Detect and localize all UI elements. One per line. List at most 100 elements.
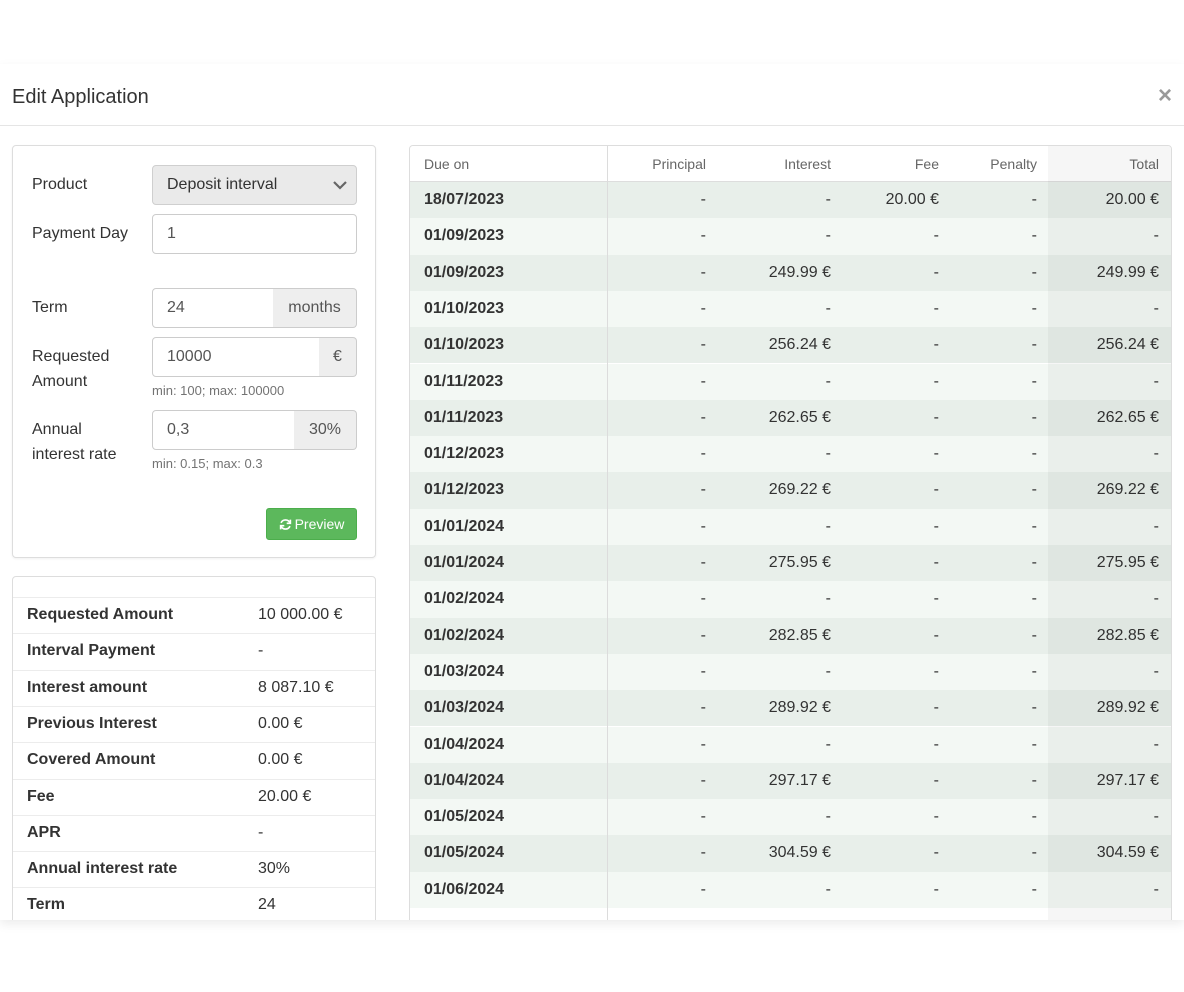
payment-day-input[interactable] (152, 214, 357, 254)
summary-row: APR - (13, 814, 375, 851)
close-icon[interactable]: × (1158, 84, 1172, 108)
modal-title: Edit Application (12, 86, 149, 108)
cell-principal: - (700, 771, 706, 789)
table-row: 01/12/2023 - - - - - (410, 436, 1171, 473)
table-row: 01/01/2024 - - - - - (410, 508, 1171, 545)
cell-principal: - (700, 626, 706, 644)
cell-penalty: - (1031, 263, 1037, 281)
cell-principal: - (700, 517, 706, 535)
cell-total: - (1153, 880, 1159, 898)
table-row: 01/02/2024 - 282.85 € - - 282.85 € (410, 617, 1171, 654)
cell-interest: - (825, 445, 831, 463)
preview-button[interactable]: Preview (266, 508, 357, 540)
cell-interest: - (825, 808, 831, 826)
cell-interest: 289.92 € (768, 699, 831, 717)
cell-due-on: 01/03/2024 (424, 662, 505, 680)
cell-total: 297.17 € (1096, 771, 1159, 789)
summary-value: 0.00 € (258, 751, 303, 769)
table-row: 01/03/2024 - 289.92 € - - 289.92 € (410, 690, 1171, 727)
table-row: 01/12/2023 - 269.22 € - - 269.22 € (410, 472, 1171, 509)
summary-key: Previous Interest (27, 714, 157, 732)
cell-principal: - (700, 372, 706, 390)
cell-principal: - (700, 844, 706, 862)
table-row: 01/04/2024 - 297.17 € - - 297.17 € (410, 762, 1171, 800)
amount-help-text: min: 100; max: 100000 (152, 383, 285, 398)
cell-fee: - (933, 771, 939, 789)
cell-principal: - (700, 191, 706, 208)
cell-interest: 282.85 € (768, 626, 831, 644)
table-row: 18/07/2023 - - 20.00 € - 20.00 € (410, 182, 1171, 219)
cell-total: 256.24 € (1096, 336, 1159, 354)
cell-interest: 297.17 € (768, 771, 831, 789)
summary-row: Previous Interest 0.00 € (13, 705, 375, 742)
cell-fee: - (933, 517, 939, 535)
cell-interest: 275.95 € (768, 554, 831, 571)
annual-interest-rate-input[interactable] (152, 410, 295, 450)
cell-principal: - (700, 299, 706, 317)
summary-value: 10 000.00 € (258, 606, 343, 623)
cell-total: 20.00 € (1105, 191, 1159, 208)
modal-header: Edit Application × (0, 64, 1184, 126)
term-input[interactable] (152, 288, 274, 328)
summary-row: Requested Amount 10 000.00 € (13, 597, 375, 633)
payment-schedule-table: Due on Principal Interest Fee Penalty To… (409, 145, 1172, 920)
cell-due-on: 01/12/2023 (424, 445, 505, 463)
cell-total: 282.85 € (1096, 626, 1159, 644)
table-row: 01/05/2024 - - - - - (410, 799, 1171, 836)
cell-interest: - (825, 299, 831, 317)
cell-fee: - (933, 481, 939, 499)
summary-value: 20.00 € (258, 787, 312, 805)
cell-interest: 304.59 € (768, 844, 831, 862)
cell-interest: - (825, 517, 831, 535)
cell-total: - (1153, 372, 1159, 390)
column-header-penalty: Penalty (990, 156, 1037, 172)
cell-penalty: - (1031, 662, 1037, 680)
cell-due-on: 01/01/2024 (424, 517, 505, 535)
column-divider (607, 146, 608, 920)
table-row: 01/02/2024 - - - - - (410, 581, 1171, 618)
cell-fee: - (933, 590, 939, 608)
summary-row: Interval Payment - (13, 633, 375, 669)
cell-principal: - (700, 408, 706, 426)
requested-amount-input[interactable] (152, 337, 320, 377)
table-row: 01/10/2023 - - - - - (410, 290, 1171, 328)
cell-penalty: - (1031, 735, 1037, 753)
cell-interest: - (825, 662, 831, 680)
cell-interest: 249.99 € (768, 263, 831, 281)
summary-row: Fee 20.00 € (13, 778, 375, 815)
product-select[interactable]: Deposit interval (152, 165, 357, 205)
cell-penalty: - (1031, 808, 1037, 826)
summary-key: APR (27, 823, 61, 841)
cell-total: - (1153, 735, 1159, 753)
cell-principal: - (700, 227, 706, 245)
cell-principal: - (700, 590, 706, 608)
cell-total: - (1153, 227, 1159, 245)
cell-penalty: - (1031, 191, 1037, 208)
table-row: 01/05/2024 - 304.59 € - - 304.59 € (410, 835, 1171, 872)
product-select-value: Deposit interval (167, 176, 278, 193)
cell-due-on: 01/10/2023 (424, 299, 505, 317)
cell-penalty: - (1031, 445, 1037, 463)
summary-key: Interest amount (27, 678, 148, 696)
cell-fee: - (933, 662, 939, 680)
summary-row: Interest amount 8 087.10 € (13, 669, 375, 706)
cell-fee: - (933, 445, 939, 463)
cell-fee: - (933, 554, 939, 571)
cell-fee: - (933, 808, 939, 826)
table-row: 01/10/2023 - 256.24 € - - 256.24 € (410, 327, 1171, 364)
column-header-fee: Fee (914, 156, 939, 172)
cell-due-on: 01/12/2023 (424, 481, 505, 499)
cell-penalty: - (1031, 590, 1037, 608)
term-label: Term (32, 299, 68, 316)
cell-penalty: - (1031, 771, 1037, 789)
cell-total: 289.92 € (1096, 699, 1159, 717)
cell-penalty: - (1031, 844, 1037, 862)
product-label: Product (32, 176, 88, 193)
cell-interest: - (825, 590, 831, 608)
summary-value: 8 087.10 € (258, 678, 334, 696)
column-header-interest: Interest (784, 156, 831, 172)
cell-interest: 262.65 € (768, 408, 831, 426)
table-row: 01/03/2024 - - - - - (410, 653, 1171, 691)
cell-due-on: 01/09/2023 (424, 263, 505, 281)
summary-key: Annual interest rate (27, 860, 178, 878)
